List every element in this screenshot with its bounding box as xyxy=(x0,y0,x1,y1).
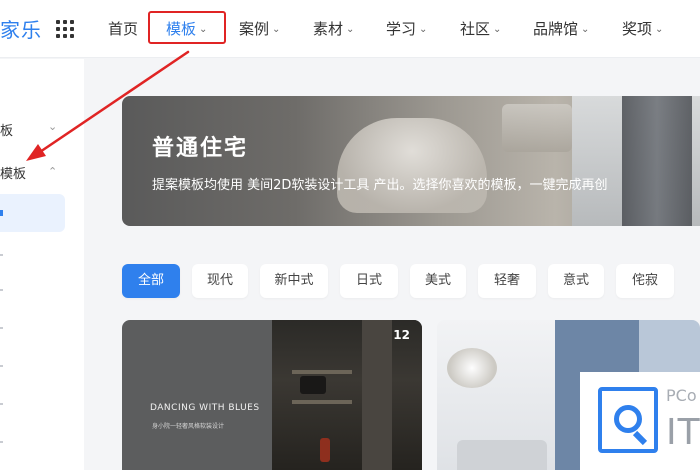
top-navigation: 家乐 首页 模板 ⌄ 案例 ⌄ 素材 ⌄ 学习 ⌄ 社区 ⌄ 品牌馆 ⌄ 奖项 ⌄ xyxy=(0,0,700,58)
sidebar-divider xyxy=(0,365,3,367)
nav-item-brands[interactable]: 品牌馆 ⌄ xyxy=(533,18,589,39)
banner-curtain-image xyxy=(622,96,692,226)
sidebar: 板 ⌄ 模板 ⌃ xyxy=(0,59,84,470)
sidebar-item-marker xyxy=(0,210,3,216)
chevron-down-icon: ⌄ xyxy=(346,24,355,35)
nav-item-learn[interactable]: 学习 ⌄ xyxy=(386,18,427,39)
filter-chip-all[interactable]: 全部 xyxy=(122,264,180,298)
card-image-detail xyxy=(447,348,497,388)
sidebar-item-templates-2[interactable]: 模板 xyxy=(0,163,26,182)
banner-chair-image xyxy=(337,118,487,213)
nav-item-home[interactable]: 首页 xyxy=(108,18,138,39)
filter-chip-japanese[interactable]: 日式 xyxy=(340,264,398,298)
nav-item-community[interactable]: 社区 ⌄ xyxy=(460,18,501,39)
card-image-detail xyxy=(300,376,326,394)
magnifier-icon xyxy=(598,387,658,453)
nav-item-awards[interactable]: 奖项 ⌄ xyxy=(622,18,663,39)
hero-banner[interactable]: 普通住宅 提案模板均使用 美间2D软装设计工具 产出。选择你喜欢的模板，一键完成… xyxy=(122,96,700,226)
card-image-detail xyxy=(292,400,352,404)
card-image-detail xyxy=(362,320,392,470)
sidebar-item-templates-1[interactable]: 板 xyxy=(0,120,13,139)
site-logo[interactable]: 家乐 xyxy=(0,14,42,43)
watermark-logo-text: IT xyxy=(666,412,700,453)
filter-chip-new-chinese[interactable]: 新中式 xyxy=(260,264,328,298)
grid-icon[interactable] xyxy=(56,20,74,38)
filter-chip-modern[interactable]: 现代 xyxy=(192,264,248,298)
sidebar-divider xyxy=(0,403,3,405)
chevron-down-icon: ⌄ xyxy=(655,24,664,35)
chevron-down-icon: ⌄ xyxy=(493,24,502,35)
card-image-detail xyxy=(292,370,352,374)
filter-chip-italian[interactable]: 意式 xyxy=(548,264,604,298)
sidebar-divider xyxy=(0,327,3,329)
watermark-text: PCo xyxy=(666,386,697,405)
chevron-down-icon: ⌄ xyxy=(272,24,281,35)
chevron-down-icon: ⌄ xyxy=(419,24,428,35)
filter-chip-light-luxury[interactable]: 轻奢 xyxy=(478,264,536,298)
banner-title: 普通住宅 xyxy=(152,136,249,161)
chevron-down-icon[interactable]: ⌄ xyxy=(48,120,57,133)
nav-item-cases[interactable]: 案例 ⌄ xyxy=(239,18,280,39)
page-count-badge: 12 xyxy=(393,328,410,342)
card-subtitle: 身小院一轻奢风格软装设计 xyxy=(152,423,225,430)
sidebar-divider xyxy=(0,441,3,443)
template-card[interactable]: DANCING WITH BLUES 身小院一轻奢风格软装设计 12 xyxy=(122,320,422,470)
card-image-detail xyxy=(457,440,547,470)
annotation-highlight-box xyxy=(148,11,226,44)
sidebar-divider xyxy=(0,254,3,256)
filter-chip-american[interactable]: 美式 xyxy=(410,264,466,298)
watermark: PCo IT xyxy=(580,372,700,470)
banner-subtitle: 提案模板均使用 美间2D软装设计工具 产出。选择你喜欢的模板，一键完成再创 xyxy=(152,178,608,193)
chevron-down-icon: ⌄ xyxy=(581,24,590,35)
card-image-detail xyxy=(320,438,330,462)
filter-chip-wabi-sabi[interactable]: 侘寂 xyxy=(616,264,674,298)
sidebar-divider xyxy=(0,289,3,291)
nav-item-materials[interactable]: 素材 ⌄ xyxy=(313,18,354,39)
card-image xyxy=(272,320,422,470)
banner-decor xyxy=(502,104,572,152)
card-title: DANCING WITH BLUES xyxy=(150,403,260,413)
sidebar-item-selected[interactable] xyxy=(0,194,65,232)
page: 家乐 首页 模板 ⌄ 案例 ⌄ 素材 ⌄ 学习 ⌄ 社区 ⌄ 品牌馆 ⌄ 奖项 ⌄ xyxy=(0,0,700,470)
chevron-up-icon[interactable]: ⌃ xyxy=(48,165,57,178)
